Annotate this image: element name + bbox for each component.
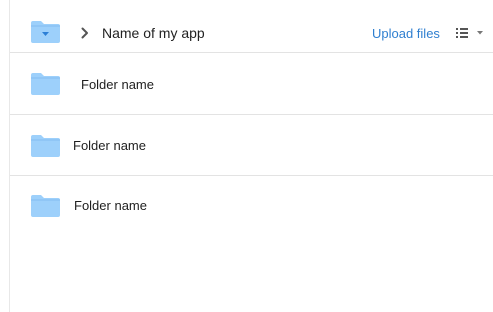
caret-down-icon xyxy=(477,31,483,35)
list-view-icon xyxy=(456,28,468,38)
folder-row[interactable]: Folder name xyxy=(10,176,493,236)
folder-icon xyxy=(30,134,61,158)
upload-files-link[interactable]: Upload files xyxy=(372,26,440,42)
folder-dropdown-icon[interactable] xyxy=(30,20,61,44)
folder-icon xyxy=(30,194,61,218)
chevron-right-icon xyxy=(80,26,90,40)
header-bar: Name of my app Upload files xyxy=(10,0,493,53)
folder-icon xyxy=(30,72,61,96)
folder-name: Folder name xyxy=(74,198,147,213)
folder-row[interactable]: Folder name xyxy=(10,54,493,115)
folder-name: Folder name xyxy=(81,77,154,92)
file-browser: Name of my app Upload files Folder name … xyxy=(0,0,493,312)
folder-row[interactable]: Folder name xyxy=(10,115,493,176)
folder-name: Folder name xyxy=(73,138,146,153)
app-name-breadcrumb[interactable]: Name of my app xyxy=(102,25,205,41)
view-toggle-button[interactable] xyxy=(456,26,486,40)
